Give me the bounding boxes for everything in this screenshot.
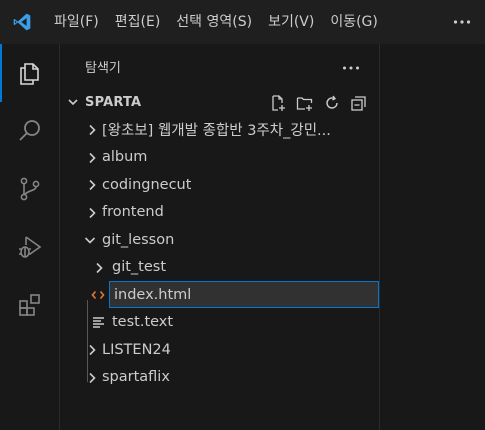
sidebar-title: 탐색기 bbox=[85, 60, 121, 76]
sidebar-more-button[interactable] bbox=[342, 56, 360, 75]
workspace-section-header[interactable]: SPARTA bbox=[61, 88, 380, 116]
menu-selection[interactable]: 선택 영역(S) bbox=[168, 0, 260, 44]
collapse-all-button[interactable] bbox=[349, 93, 368, 112]
explorer-button[interactable] bbox=[0, 44, 60, 102]
explorer-sidebar: 탐색기 SPARTA [왕초보] 웹개발 종합반 3주차_강민... album… bbox=[61, 44, 380, 430]
tree-item-label: test.text bbox=[112, 314, 174, 331]
menu-more-button[interactable] bbox=[453, 0, 471, 44]
tree-folder-row[interactable]: frontend bbox=[61, 199, 380, 227]
html-file-icon bbox=[91, 290, 105, 300]
menu-view[interactable]: 보기(V) bbox=[260, 0, 322, 44]
rename-input[interactable] bbox=[110, 282, 378, 307]
chevron-right-icon bbox=[89, 179, 96, 191]
tree-item-label: git_test bbox=[112, 259, 167, 276]
new-file-icon bbox=[271, 94, 285, 111]
ellipsis-icon bbox=[453, 20, 471, 24]
menu-file[interactable]: 파일(F) bbox=[44, 0, 107, 44]
collapse-all-icon bbox=[350, 95, 366, 111]
tree-item-label: [왕초보] 웹개발 종합반 3주차_강민... bbox=[102, 123, 331, 140]
tree-item-label: album bbox=[102, 149, 148, 166]
menu-go[interactable]: 이동(G) bbox=[322, 0, 386, 44]
source-control-icon bbox=[20, 177, 40, 201]
tree-item-label: codingnecut bbox=[102, 176, 192, 193]
search-icon bbox=[19, 120, 40, 141]
ellipsis-icon bbox=[343, 66, 359, 70]
tree-item-label: git_lesson bbox=[102, 231, 175, 248]
chevron-right-icon bbox=[89, 207, 96, 218]
menu-bar: 파일(F) 편집(E) 선택 영역(S) 보기(V) 이동(G) bbox=[44, 0, 386, 44]
tree-folder-row[interactable]: codingnecut bbox=[61, 171, 380, 199]
chevron-right-icon bbox=[96, 262, 103, 273]
extensions-icon bbox=[19, 294, 40, 316]
chevron-right-icon bbox=[89, 344, 96, 356]
new-folder-button[interactable] bbox=[295, 93, 314, 112]
vscode-logo-icon bbox=[0, 0, 44, 44]
chevron-right-icon bbox=[89, 372, 96, 383]
chevron-down-icon bbox=[68, 99, 78, 106]
activity-bar bbox=[0, 44, 60, 430]
tree-item-label: spartaflix bbox=[102, 369, 170, 386]
new-file-button[interactable] bbox=[268, 93, 287, 112]
tree-item-label: LISTEN24 bbox=[102, 341, 171, 358]
tree-folder-row[interactable]: [왕초보] 웹개발 종합반 3주차_강민... bbox=[61, 116, 380, 144]
extensions-button[interactable] bbox=[0, 276, 60, 334]
run-debug-icon bbox=[19, 236, 42, 258]
section-actions bbox=[268, 93, 368, 112]
chevron-right-icon bbox=[89, 124, 96, 136]
refresh-icon bbox=[325, 95, 338, 109]
tree-folder-row[interactable]: git_test bbox=[61, 254, 380, 282]
run-debug-button[interactable] bbox=[0, 218, 60, 276]
source-control-button[interactable] bbox=[0, 160, 60, 218]
search-button[interactable] bbox=[0, 102, 60, 160]
new-folder-icon bbox=[296, 96, 312, 111]
tree-folder-row[interactable]: LISTEN24 bbox=[61, 336, 380, 364]
rename-input-box bbox=[109, 281, 379, 308]
tree-item-label: frontend bbox=[102, 204, 164, 221]
tree-folder-row[interactable]: album bbox=[61, 144, 380, 172]
title-bar: 파일(F) 편집(E) 선택 영역(S) 보기(V) 이동(G) bbox=[0, 0, 485, 44]
menu-edit[interactable]: 편집(E) bbox=[107, 0, 169, 44]
explorer-icon bbox=[20, 63, 39, 85]
workspace-title: SPARTA bbox=[85, 94, 142, 110]
refresh-button[interactable] bbox=[322, 93, 341, 112]
tree-folder-row[interactable]: spartaflix bbox=[61, 364, 380, 392]
chevron-right-icon bbox=[89, 152, 96, 163]
tree-folder-row[interactable]: git_lesson bbox=[61, 226, 380, 254]
chevron-down-icon bbox=[84, 237, 96, 244]
text-file-icon bbox=[93, 316, 104, 328]
sidebar-header: 탐색기 bbox=[61, 44, 380, 88]
tree-file-row[interactable]: test.text bbox=[61, 309, 380, 337]
